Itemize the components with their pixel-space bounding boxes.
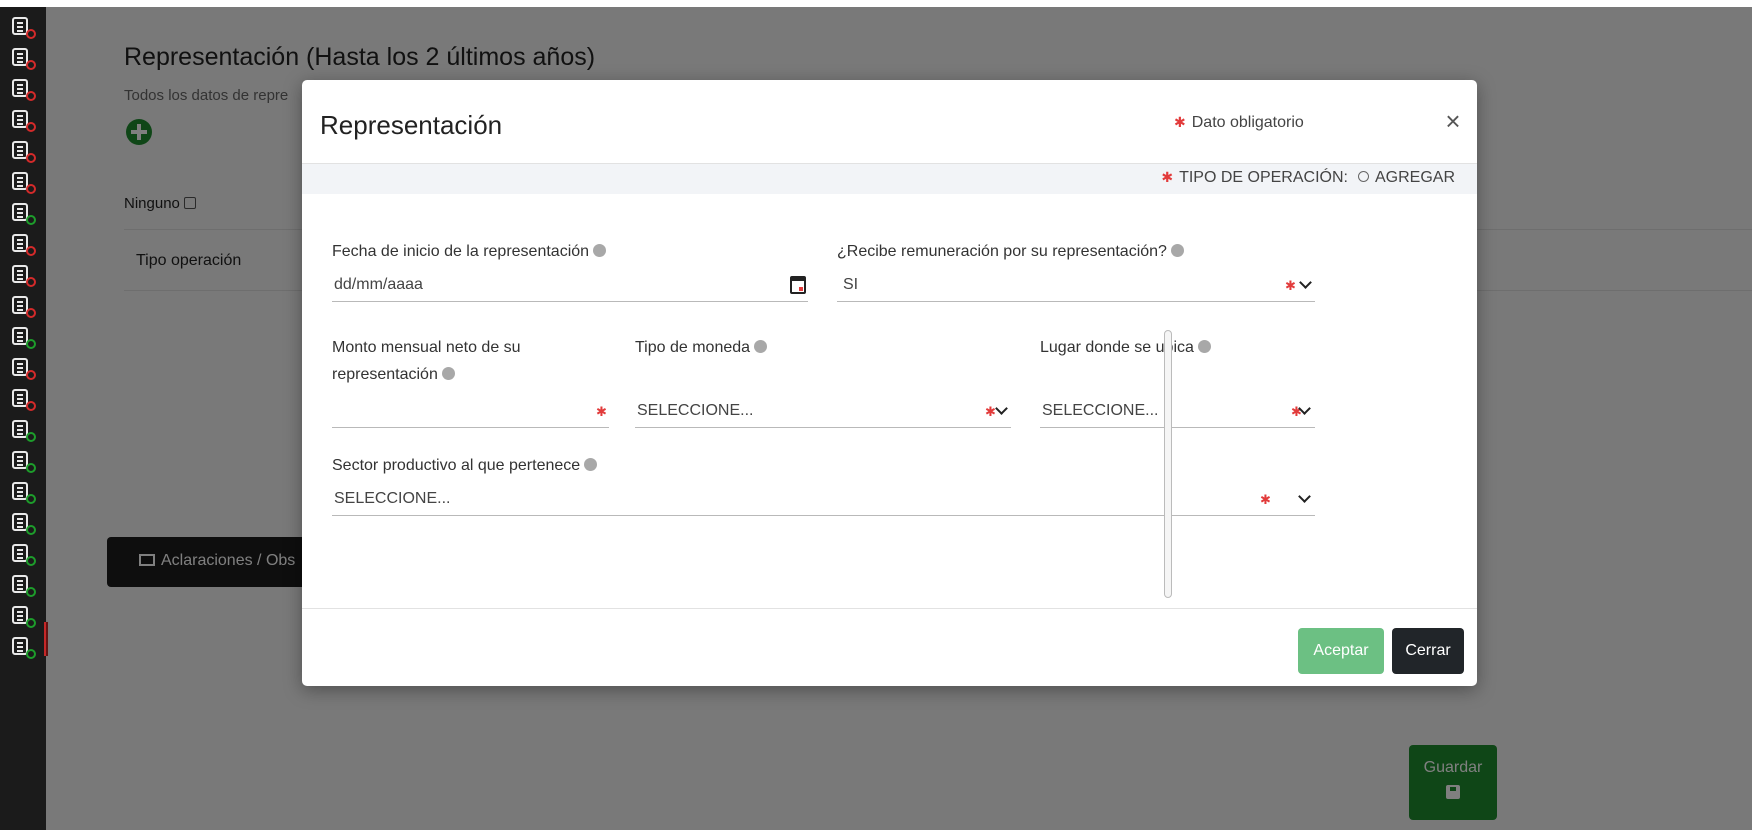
dependents-icon[interactable]	[8, 201, 38, 227]
modal-body: Fecha de inicio de la representación dd/…	[302, 194, 1477, 608]
fecha-inicio-placeholder: dd/mm/aaaa	[334, 276, 423, 293]
loans-icon[interactable]	[8, 418, 38, 444]
tipo-moneda-select[interactable]: SELECCIONE... ✱	[635, 398, 1011, 428]
recibe-remuneracion-value: SI	[843, 276, 859, 293]
monto-mensual-label: Monto mensual neto de su representación	[332, 339, 521, 383]
declarant-data-icon[interactable]	[8, 15, 38, 41]
agregar-label: AGREGAR	[1374, 169, 1455, 186]
monto-mensual-input[interactable]: ✱	[332, 398, 609, 428]
info-icon	[1197, 340, 1211, 353]
cerrar-button[interactable]: Cerrar	[1392, 628, 1464, 674]
lugar-ubica-field: Lugar donde se ubica SELECCIONE... ✱	[1040, 334, 1315, 434]
operation-type: ✱ TIPO DE OPERACIÓN: AGREGAR	[1161, 169, 1455, 187]
address-icon[interactable]	[8, 46, 38, 72]
modal-scrollbar[interactable]	[1164, 330, 1172, 598]
required-asterisk-icon: ✱	[1161, 169, 1174, 185]
required-asterisk-icon: ✱	[1174, 114, 1186, 130]
info-icon	[584, 458, 598, 471]
support-icon[interactable]	[8, 511, 38, 537]
required-legend: ✱ Dato obligatorio	[1174, 114, 1304, 132]
vehicle-icon[interactable]	[8, 294, 38, 320]
trust-icon[interactable]	[8, 635, 38, 661]
sector-productivo-label: Sector productivo al que pertenece	[332, 452, 598, 479]
debts-icon[interactable]	[8, 387, 38, 413]
recibe-remuneracion-select[interactable]: SI ✱	[837, 272, 1315, 302]
representacion-modal: Representación ✱ Dato obligatorio × ✱ TIPO…	[302, 80, 1477, 686]
page-background: Representación (Hasta los 2 últimos años…	[0, 0, 1752, 830]
recibe-remuneracion-label: ¿Recibe remuneración por su representaci…	[837, 238, 1184, 265]
fecha-inicio-label: Fecha de inicio de la representación	[332, 238, 607, 265]
assets-icon[interactable]	[8, 356, 38, 382]
participation-icon[interactable]	[8, 449, 38, 475]
close-icon[interactable]: ×	[1442, 108, 1464, 134]
required-legend-text: Dato obligatorio	[1191, 114, 1304, 131]
partner-icon[interactable]	[8, 170, 38, 196]
required-asterisk-icon: ✱	[596, 404, 607, 419]
required-asterisk-icon: ✱	[985, 404, 996, 419]
income-icon[interactable]	[8, 232, 38, 258]
required-asterisk-icon: ✱	[1260, 492, 1271, 507]
operation-type-bar: ✱ TIPO DE OPERACIÓN: AGREGAR	[302, 164, 1477, 194]
employment-icon[interactable]	[8, 108, 38, 134]
monto-mensual-field: Monto mensual neto de su representación …	[332, 334, 609, 434]
benefits-icon[interactable]	[8, 604, 38, 630]
lugar-ubica-value: SELECCIONE...	[1042, 402, 1159, 419]
fecha-inicio-field: Fecha de inicio de la representación dd/…	[332, 238, 808, 308]
lugar-ubica-label: Lugar donde se ubica	[1040, 334, 1211, 361]
representation-icon[interactable]	[8, 542, 38, 568]
required-asterisk-icon: ✱	[1285, 278, 1296, 293]
info-icon	[441, 367, 455, 380]
tipo-moneda-field: Tipo de moneda SELECCIONE... ✱	[635, 334, 1011, 434]
tipo-moneda-label: Tipo de moneda	[635, 334, 768, 361]
aceptar-button[interactable]: Aceptar	[1298, 628, 1384, 674]
info-icon	[1170, 244, 1184, 257]
lugar-ubica-select[interactable]: SELECCIONE... ✱	[1040, 398, 1315, 428]
modal-header: Representación ✱ Dato obligatorio ×	[302, 80, 1477, 164]
experience-icon[interactable]	[8, 139, 38, 165]
investments-icon[interactable]	[8, 325, 38, 351]
info-icon	[593, 244, 607, 257]
sidebar	[0, 7, 48, 830]
fecha-inicio-input[interactable]: dd/mm/aaaa	[332, 272, 808, 302]
sector-productivo-value: SELECCIONE...	[334, 490, 451, 507]
chevron-down-icon	[1299, 276, 1312, 289]
clients-icon[interactable]	[8, 573, 38, 599]
top-strip	[0, 0, 1752, 7]
calendar-icon[interactable]	[790, 276, 806, 294]
curriculum-icon[interactable]	[8, 77, 38, 103]
recibe-remuneracion-field: ¿Recibe remuneración por su representaci…	[837, 238, 1315, 308]
agregar-radio[interactable]	[1357, 171, 1369, 182]
info-icon	[754, 340, 768, 353]
modal-footer: Aceptar Cerrar	[302, 608, 1477, 686]
operation-type-label: TIPO DE OPERACIÓN:	[1179, 169, 1348, 186]
decisions-icon[interactable]	[8, 480, 38, 506]
chevron-down-icon	[1298, 490, 1311, 503]
property-icon[interactable]	[8, 263, 38, 289]
chevron-down-icon	[995, 402, 1008, 415]
tipo-moneda-value: SELECCIONE...	[637, 402, 754, 419]
modal-title: Representación	[320, 110, 503, 140]
